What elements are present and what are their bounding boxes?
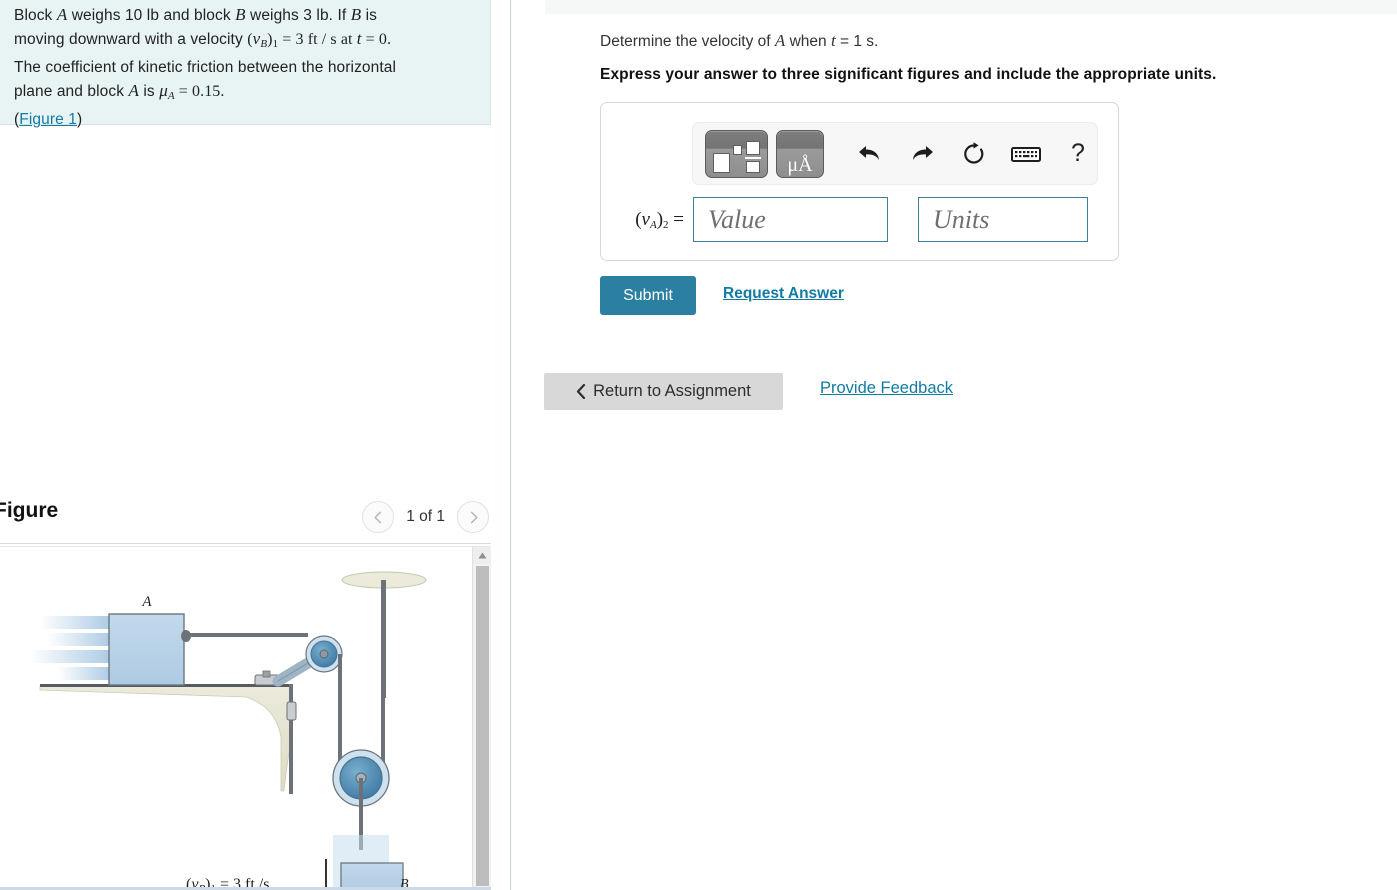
chevron-left-icon: [374, 511, 381, 523]
question-var-A: A: [774, 31, 786, 50]
math-template-tool-button[interactable]: [705, 129, 768, 178]
page-root: Block A weighs 10 lb and block B weighs …: [0, 0, 1397, 890]
problem-line1-part-b: weighs 10 lb and block: [67, 7, 236, 24]
problem-line4-part-b: is: [138, 83, 160, 100]
problem-var-B: B: [235, 5, 246, 24]
bracket-bolt: [262, 670, 271, 678]
figure-header: Figure 1 of 1: [0, 494, 491, 543]
units-tool-label: μÅ: [787, 153, 813, 176]
problem-statement-box: Block A weighs 10 lb and block B weighs …: [0, 0, 491, 128]
question-prompt-part-a: Determine the velocity of: [600, 33, 775, 50]
answer-subscript: A: [649, 218, 657, 231]
problem-statement-text: Block A weighs 10 lb and block B weighs …: [14, 3, 476, 131]
figure-scroll-up-button[interactable]: [473, 547, 491, 564]
answer-entry-box: μÅ ? (vA)2 = Value Units: [600, 102, 1119, 261]
question-prompt: Determine the velocity of A when t = 1 s…: [600, 31, 878, 51]
figure-viewport: A B (v) = 3 ft /s: [0, 546, 491, 890]
problem-line2-part-c: = 0.: [361, 31, 392, 48]
figure-panel-title: Figure: [0, 499, 59, 522]
figure-prev-button[interactable]: [362, 501, 395, 533]
mu-symbol: μ: [159, 81, 168, 100]
reset-icon: [964, 141, 984, 164]
undo-icon: [859, 145, 879, 160]
problem-var-A-2: A: [128, 81, 139, 100]
velocity-tick: [325, 859, 327, 889]
figure-scroll-thumb[interactable]: [476, 566, 489, 886]
problem-line1-part-a: Block: [14, 7, 57, 24]
problem-line2-part-b: = 3 ft / s at: [278, 31, 357, 48]
template-box-large: [713, 152, 730, 173]
help-label: ?: [1071, 139, 1085, 167]
undo-button[interactable]: [844, 131, 896, 177]
request-answer-link[interactable]: Request Answer: [723, 285, 844, 303]
chevron-right-icon: [470, 511, 477, 523]
problem-var-A: A: [56, 5, 68, 24]
answer-units-input[interactable]: [918, 197, 1088, 242]
chevron-left-icon: [577, 384, 586, 399]
keyboard-button[interactable]: [1000, 131, 1052, 177]
template-fraction-bar: [745, 156, 761, 159]
figure-page-counter: 1 of 1: [406, 508, 445, 525]
keyboard-icon: [1011, 146, 1041, 162]
redo-button[interactable]: [896, 131, 948, 177]
block-a-label: A: [141, 594, 152, 610]
upper-pulley: [305, 635, 343, 673]
top-strip: [545, 0, 1397, 14]
problem-line4-part-a: plane and block: [14, 83, 129, 100]
answer-v-symbol: v: [641, 208, 650, 230]
question-prompt-part-c: = 1 s.: [835, 33, 879, 50]
figure-paren-close: ): [76, 111, 83, 128]
figure-divider: [0, 543, 491, 544]
lower-bracket: [286, 701, 297, 721]
mu-subscript: A: [167, 90, 175, 102]
submit-button[interactable]: Submit: [600, 276, 696, 315]
problem-line3: The coefficient of kinetic friction betw…: [14, 59, 397, 76]
triangle-up-icon: [478, 552, 487, 559]
physics-diagram: A B (v) = 3 ft /s: [30, 571, 427, 890]
template-box-bottom: [746, 160, 760, 173]
answer-value-input[interactable]: [693, 197, 888, 242]
reset-button[interactable]: [948, 131, 1000, 177]
block-a: [108, 613, 185, 686]
template-box-top: [746, 140, 760, 155]
problem-line1-part-d: is: [361, 7, 378, 24]
return-button-label: Return to Assignment: [593, 382, 751, 400]
block-b: [340, 862, 404, 890]
return-to-assignment-button[interactable]: Return to Assignment: [544, 373, 783, 410]
block-b-group: B: [333, 835, 409, 890]
table-edge-post: [289, 684, 293, 794]
question-instruction: Express your answer to three significant…: [600, 66, 1217, 83]
redo-icon: [913, 145, 933, 160]
motion-blur: [30, 616, 110, 680]
help-button[interactable]: ?: [1052, 131, 1104, 177]
question-prompt-part-b: when: [785, 33, 831, 50]
figure-1-link[interactable]: Figure 1: [19, 111, 77, 128]
answer-input-row: (vA)2 =: [617, 197, 1088, 242]
math-toolbar: μÅ ?: [692, 122, 1098, 185]
problem-line2-part-a: moving downward with a velocity: [14, 31, 248, 48]
table-ledge: [39, 685, 293, 792]
problem-line1-part-c: weighs 3 lb. If: [245, 7, 351, 24]
problem-line4-part-c: = 0.15.: [174, 83, 225, 100]
ceiling-rod: [381, 580, 386, 698]
cord-horizontal: [188, 633, 308, 637]
figure-next-button[interactable]: [457, 501, 489, 533]
right-panel: Determine the velocity of A when t = 1 s…: [511, 0, 1397, 890]
figure-pager: 1 of 1: [362, 501, 489, 533]
template-box-small: [733, 144, 742, 155]
answer-variable-label: (vA)2 =: [617, 209, 693, 231]
provide-feedback-link[interactable]: Provide Feedback: [820, 379, 953, 398]
figure-scrollbar[interactable]: [472, 547, 491, 890]
left-panel: Block A weighs 10 lb and block B weighs …: [0, 0, 511, 890]
answer-equals: =: [668, 208, 684, 230]
units-tool-button[interactable]: μÅ: [776, 129, 824, 178]
problem-var-B-2: B: [350, 5, 362, 24]
